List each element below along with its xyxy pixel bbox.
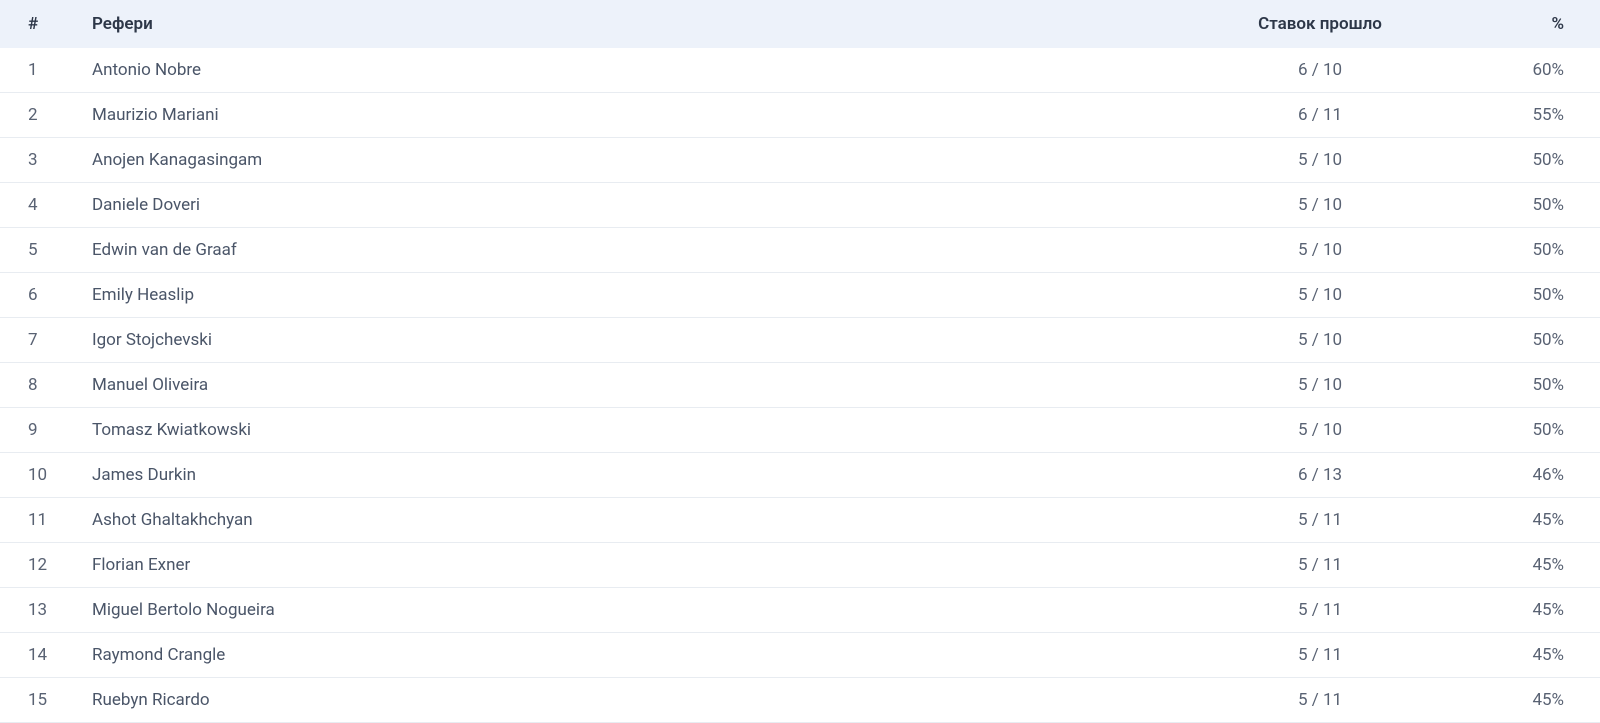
cell-bets: 5 / 11	[1180, 678, 1460, 723]
cell-bets: 5 / 11	[1180, 633, 1460, 678]
cell-rank: 2	[0, 93, 80, 138]
cell-name: Emily Heaslip	[80, 273, 1180, 318]
cell-percent: 50%	[1460, 273, 1600, 318]
cell-name: Anojen Kanagasingam	[80, 138, 1180, 183]
cell-rank: 3	[0, 138, 80, 183]
cell-name: Antonio Nobre	[80, 48, 1180, 93]
cell-rank: 5	[0, 228, 80, 273]
cell-name: Miguel Bertolo Nogueira	[80, 588, 1180, 633]
table-row[interactable]: 9Tomasz Kwiatkowski5 / 1050%	[0, 408, 1600, 453]
cell-percent: 45%	[1460, 498, 1600, 543]
cell-name: Igor Stojchevski	[80, 318, 1180, 363]
cell-name: Maurizio Mariani	[80, 93, 1180, 138]
cell-bets: 6 / 13	[1180, 453, 1460, 498]
table-row[interactable]: 8Manuel Oliveira5 / 1050%	[0, 363, 1600, 408]
cell-name: Ruebyn Ricardo	[80, 678, 1180, 723]
header-percent[interactable]: %	[1460, 0, 1600, 48]
cell-rank: 1	[0, 48, 80, 93]
cell-rank: 6	[0, 273, 80, 318]
cell-rank: 4	[0, 183, 80, 228]
cell-name: James Durkin	[80, 453, 1180, 498]
cell-percent: 50%	[1460, 138, 1600, 183]
cell-percent: 50%	[1460, 228, 1600, 273]
table-header-row: # Рефери Ставок прошло %	[0, 0, 1600, 48]
cell-percent: 46%	[1460, 453, 1600, 498]
cell-bets: 5 / 11	[1180, 498, 1460, 543]
cell-bets: 5 / 10	[1180, 138, 1460, 183]
cell-name: Raymond Crangle	[80, 633, 1180, 678]
cell-percent: 45%	[1460, 543, 1600, 588]
cell-bets: 6 / 10	[1180, 48, 1460, 93]
cell-percent: 55%	[1460, 93, 1600, 138]
header-rank[interactable]: #	[0, 0, 80, 48]
table-row[interactable]: 4Daniele Doveri5 / 1050%	[0, 183, 1600, 228]
cell-rank: 7	[0, 318, 80, 363]
cell-bets: 5 / 11	[1180, 543, 1460, 588]
cell-bets: 5 / 10	[1180, 273, 1460, 318]
cell-rank: 15	[0, 678, 80, 723]
cell-bets: 6 / 11	[1180, 93, 1460, 138]
cell-percent: 45%	[1460, 633, 1600, 678]
table-row[interactable]: 1Antonio Nobre6 / 1060%	[0, 48, 1600, 93]
table-row[interactable]: 15Ruebyn Ricardo5 / 1145%	[0, 678, 1600, 723]
cell-bets: 5 / 10	[1180, 183, 1460, 228]
cell-name: Manuel Oliveira	[80, 363, 1180, 408]
cell-bets: 5 / 11	[1180, 588, 1460, 633]
cell-rank: 14	[0, 633, 80, 678]
table-row[interactable]: 2Maurizio Mariani6 / 1155%	[0, 93, 1600, 138]
cell-bets: 5 / 10	[1180, 318, 1460, 363]
cell-bets: 5 / 10	[1180, 408, 1460, 453]
cell-name: Florian Exner	[80, 543, 1180, 588]
header-bets[interactable]: Ставок прошло	[1180, 0, 1460, 48]
cell-name: Daniele Doveri	[80, 183, 1180, 228]
table-row[interactable]: 6Emily Heaslip5 / 1050%	[0, 273, 1600, 318]
table-row[interactable]: 10James Durkin6 / 1346%	[0, 453, 1600, 498]
cell-rank: 13	[0, 588, 80, 633]
table-row[interactable]: 14Raymond Crangle5 / 1145%	[0, 633, 1600, 678]
cell-bets: 5 / 10	[1180, 363, 1460, 408]
cell-name: Edwin van de Graaf	[80, 228, 1180, 273]
header-name[interactable]: Рефери	[80, 0, 1180, 48]
cell-percent: 60%	[1460, 48, 1600, 93]
table-body: 1Antonio Nobre6 / 1060%2Maurizio Mariani…	[0, 48, 1600, 723]
cell-percent: 45%	[1460, 588, 1600, 633]
cell-percent: 50%	[1460, 183, 1600, 228]
table-row[interactable]: 11Ashot Ghaltakhchyan5 / 1145%	[0, 498, 1600, 543]
cell-name: Tomasz Kwiatkowski	[80, 408, 1180, 453]
table-row[interactable]: 12Florian Exner5 / 1145%	[0, 543, 1600, 588]
cell-percent: 50%	[1460, 363, 1600, 408]
cell-percent: 45%	[1460, 678, 1600, 723]
table-row[interactable]: 5Edwin van de Graaf5 / 1050%	[0, 228, 1600, 273]
cell-bets: 5 / 10	[1180, 228, 1460, 273]
table-row[interactable]: 3Anojen Kanagasingam5 / 1050%	[0, 138, 1600, 183]
cell-rank: 10	[0, 453, 80, 498]
cell-rank: 9	[0, 408, 80, 453]
cell-rank: 8	[0, 363, 80, 408]
cell-percent: 50%	[1460, 408, 1600, 453]
table-row[interactable]: 7Igor Stojchevski5 / 1050%	[0, 318, 1600, 363]
cell-rank: 12	[0, 543, 80, 588]
table-row[interactable]: 13Miguel Bertolo Nogueira5 / 1145%	[0, 588, 1600, 633]
cell-rank: 11	[0, 498, 80, 543]
cell-percent: 50%	[1460, 318, 1600, 363]
cell-name: Ashot Ghaltakhchyan	[80, 498, 1180, 543]
referee-table: # Рефери Ставок прошло % 1Antonio Nobre6…	[0, 0, 1600, 723]
